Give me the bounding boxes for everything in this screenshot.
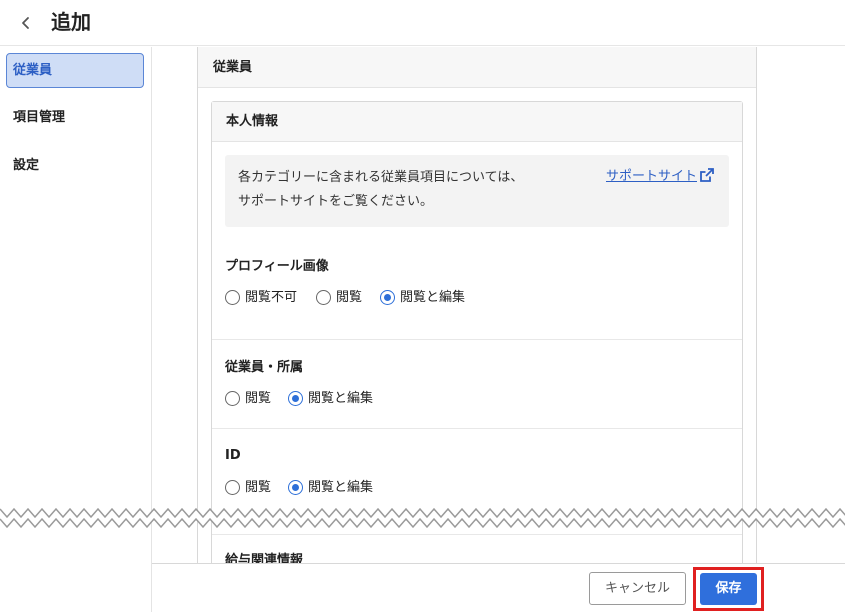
page-title: 追加 (51, 10, 91, 34)
page-header: 追加 (0, 0, 845, 46)
footer-bar: キャンセル 保存 (152, 563, 845, 612)
section-title: 本人情報 (212, 102, 742, 142)
sidebar-item-employees[interactable]: 従業員 (6, 53, 144, 88)
group-title-profile-image: プロフィール画像 (225, 259, 329, 274)
radio-circle (225, 480, 240, 495)
cancel-button[interactable]: キャンセル (589, 572, 686, 605)
external-link-icon (700, 168, 714, 182)
radio-circle-checked (288, 480, 303, 495)
support-site-link-label: サポートサイト (605, 169, 697, 184)
radio-label: 閲覧 (245, 480, 272, 495)
panel-title: 従業員 (198, 47, 756, 88)
chevron-left-icon (22, 17, 29, 29)
radio-circle (316, 290, 331, 305)
radio-label: 閲覧と編集 (400, 290, 466, 305)
radio-label: 閲覧不可 (245, 290, 298, 305)
group-title-salary-info: 給与関連情報 (225, 553, 304, 563)
radio-label: 閲覧 (245, 391, 272, 406)
divider (212, 339, 742, 340)
radio-label: 閲覧 (336, 290, 363, 305)
radio-label: 閲覧と編集 (308, 480, 374, 495)
screenshot-cut-indicator (0, 507, 845, 529)
divider (212, 428, 742, 429)
group-title-id: ID (225, 448, 241, 463)
sidebar-item-field-management[interactable]: 項目管理 (6, 100, 144, 135)
radio-circle-checked (288, 391, 303, 406)
info-text-line-2: サポートサイトをご覧ください。 (238, 194, 434, 209)
radio-circle (225, 290, 240, 305)
employee-panel: 従業員 本人情報 各カテゴリーに含まれる従業員項目については、 サポートサイトを… (197, 47, 757, 563)
divider (212, 534, 742, 535)
group-title-employee-affiliation: 従業員・所属 (225, 360, 304, 375)
personal-info-section: 本人情報 各カテゴリーに含まれる従業員項目については、 サポートサイトをご覧くだ… (211, 101, 743, 563)
info-text-line-1: 各カテゴリーに含まれる従業員項目については、 (238, 170, 524, 185)
radio-circle (225, 391, 240, 406)
radio-circle-checked (380, 290, 395, 305)
save-button[interactable]: 保存 (700, 573, 757, 605)
radio-label: 閲覧と編集 (308, 391, 374, 406)
info-box: 各カテゴリーに含まれる従業員項目については、 サポートサイトをご覧ください。 サ… (225, 155, 729, 227)
back-button[interactable] (14, 9, 38, 37)
support-site-link[interactable]: サポートサイト (606, 167, 715, 187)
main-content[interactable]: 従業員 本人情報 各カテゴリーに含まれる従業員項目については、 サポートサイトを… (152, 47, 845, 563)
sidebar-item-settings[interactable]: 設定 (6, 148, 144, 183)
